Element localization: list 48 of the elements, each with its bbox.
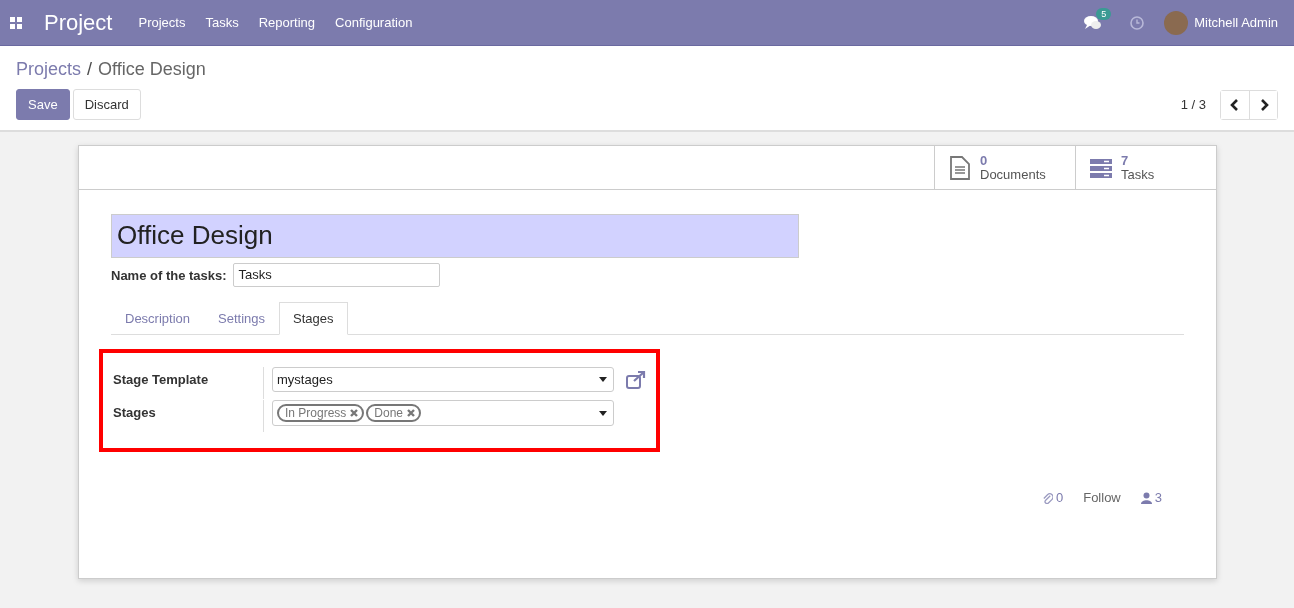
menu-item[interactable]: Projects xyxy=(138,15,186,30)
tag-label: Done xyxy=(374,406,404,420)
discard-button[interactable]: Discard xyxy=(72,89,141,120)
menu-item[interactable]: Tasks xyxy=(205,15,239,30)
stat-label: Documents xyxy=(980,167,1046,182)
stat-count: 0 xyxy=(980,153,989,168)
menu-item[interactable]: Configuration xyxy=(335,15,413,30)
stat-button[interactable]: 0 Documents xyxy=(934,146,1075,189)
remove-x-icon[interactable] xyxy=(407,409,416,417)
apps-grid-icon[interactable] xyxy=(10,16,22,29)
dropdown-field[interactable]: mystages xyxy=(272,367,614,392)
user-name[interactable]: Mitchell Admin xyxy=(1194,15,1278,30)
chevron-left-icon xyxy=(1230,98,1240,111)
external-link-icon[interactable] xyxy=(626,370,646,389)
tab[interactable]: Settings xyxy=(204,302,279,335)
field-label: Name of the tasks: xyxy=(111,267,227,283)
breadcrumb-separator: / xyxy=(87,59,93,80)
next-button[interactable] xyxy=(1249,90,1277,119)
clock-icon[interactable] xyxy=(1130,15,1145,30)
pager-counter: 1 / 3 xyxy=(1180,97,1206,112)
tab[interactable]: Description xyxy=(111,302,205,335)
tab[interactable]: Stages xyxy=(279,302,348,335)
chevron-right-icon xyxy=(1258,98,1269,111)
person-icon[interactable] xyxy=(1140,491,1152,504)
breadcrumb-link[interactable]: Projects xyxy=(16,59,82,80)
follower-count[interactable]: 3 xyxy=(1154,490,1162,505)
tags-field[interactable]: In Progress Done xyxy=(272,400,614,426)
attachment-count[interactable]: 0 xyxy=(1055,490,1064,505)
message-count-badge: 5 xyxy=(1096,7,1112,20)
field-label: Stage Template xyxy=(113,367,264,399)
stat-count: 7 xyxy=(1121,153,1130,168)
chat-bubbles-icon[interactable] xyxy=(1084,14,1103,31)
save-button[interactable]: Save xyxy=(16,89,70,120)
menu-item[interactable]: Reporting xyxy=(258,15,316,30)
paperclip-icon[interactable] xyxy=(1041,491,1053,504)
stat-button[interactable]: 7 Tasks xyxy=(1075,146,1216,189)
document-icon xyxy=(949,155,971,180)
title-field[interactable]: Office Design xyxy=(111,214,799,258)
caret-icon xyxy=(599,377,607,382)
caret-icon xyxy=(599,410,607,416)
remove-x-icon[interactable] xyxy=(350,409,359,417)
input-field[interactable]: Tasks xyxy=(232,263,440,287)
follow-button[interactable]: Follow xyxy=(1083,490,1121,505)
app-title: Project xyxy=(44,9,113,36)
stat-label: Tasks xyxy=(1121,167,1155,182)
field-label: Stages xyxy=(113,400,264,432)
tag-label: In Progress xyxy=(285,406,347,420)
breadcrumb-current: Office Design xyxy=(98,59,206,80)
